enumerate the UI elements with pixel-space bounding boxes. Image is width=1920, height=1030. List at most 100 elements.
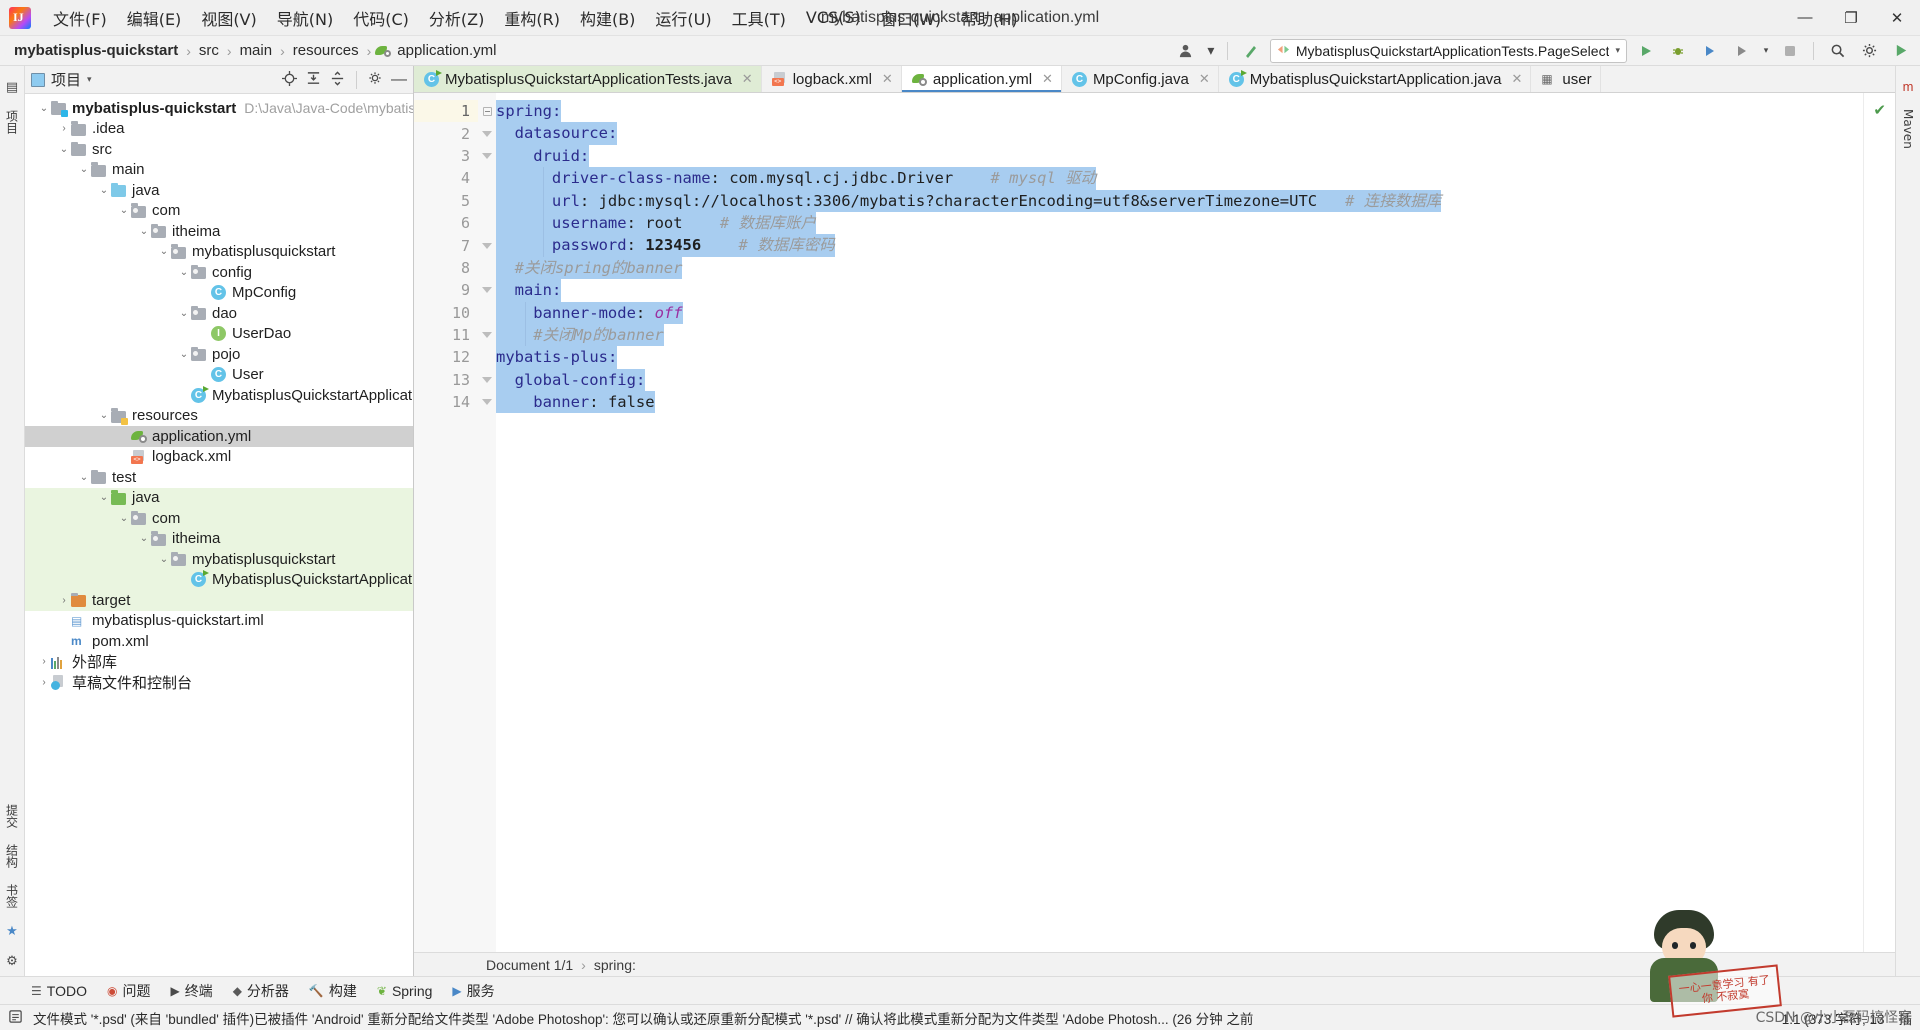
chevron-down-icon[interactable]: ⌄ bbox=[157, 554, 171, 565]
fold-marker-line-3[interactable] bbox=[478, 145, 496, 167]
search-icon[interactable] bbox=[1824, 39, 1850, 63]
chevron-down-icon[interactable]: ⌄ bbox=[137, 533, 151, 544]
tree-node-config[interactable]: ⌄ config bbox=[25, 262, 413, 283]
chevron-down-icon[interactable]: · bbox=[177, 574, 191, 585]
menu-item-9[interactable]: 工具(T) bbox=[722, 2, 796, 34]
close-icon[interactable]: ✕ bbox=[1199, 71, 1210, 87]
menu-item-6[interactable]: 重构(R) bbox=[494, 2, 570, 34]
chevron-down-icon[interactable]: ⌄ bbox=[97, 410, 111, 421]
tree-node--[interactable]: › 草稿文件和控制台 bbox=[25, 672, 413, 693]
close-icon[interactable]: ✕ bbox=[1042, 71, 1053, 87]
fold-expand-icon[interactable] bbox=[482, 242, 492, 249]
tree-node-itheima[interactable]: ⌄ itheima bbox=[25, 528, 413, 549]
editor-tab-user[interactable]: ▦ user bbox=[1531, 66, 1601, 92]
tree-node-mybatisplusquickstartapplicationtes[interactable]: ·CMybatisplusQuickstartApplicationTes bbox=[25, 569, 413, 590]
editor-tab-mybatisplusquickstartapplication-java[interactable]: C MybatisplusQuickstartApplication.java ✕ bbox=[1219, 66, 1532, 92]
chevron-down-icon[interactable]: ⌄ bbox=[177, 349, 191, 360]
chevron-down-icon[interactable]: ⌄ bbox=[77, 164, 91, 175]
fold-marker-line-2[interactable] bbox=[478, 122, 496, 144]
breadcrumb-item-1[interactable]: src bbox=[195, 40, 223, 61]
chevron-down-icon[interactable]: · bbox=[117, 431, 131, 442]
project-structure-icon[interactable]: ▤ bbox=[6, 72, 18, 102]
menu-item-2[interactable]: 视图(V) bbox=[191, 2, 266, 34]
tree-node-application-yml[interactable]: · application.yml bbox=[25, 426, 413, 447]
chevron-down-icon[interactable]: ▾ bbox=[87, 74, 92, 85]
chevron-down-icon[interactable]: ▾ bbox=[1205, 39, 1217, 63]
fold-marker-line-11[interactable] bbox=[478, 324, 496, 346]
right-tool-window-0[interactable]: Maven bbox=[1898, 101, 1918, 157]
editor-tab-logback-xml[interactable]: <> logback.xml ✕ bbox=[762, 66, 902, 92]
menu-item-10[interactable]: VCS(S) bbox=[796, 4, 871, 31]
run-icon[interactable] bbox=[1633, 39, 1659, 63]
fold-expand-icon[interactable] bbox=[482, 376, 492, 383]
tree-node-target[interactable]: › target bbox=[25, 590, 413, 611]
chevron-down-icon[interactable]: · bbox=[197, 369, 211, 380]
tree-node-main[interactable]: ⌄ main bbox=[25, 160, 413, 181]
tree-node-java[interactable]: ⌄ java bbox=[25, 180, 413, 201]
minimize-button[interactable]: — bbox=[1782, 0, 1828, 36]
tree-node-mybatisplusquickstart[interactable]: ⌄ mybatisplusquickstart bbox=[25, 242, 413, 263]
code-line-9[interactable]: main: bbox=[496, 279, 1863, 302]
tree-node-mybatisplusquickstart[interactable]: ⌄ mybatisplusquickstart bbox=[25, 549, 413, 570]
tree-node-itheima[interactable]: ⌄ itheima bbox=[25, 221, 413, 242]
code-line-8[interactable]: #关闭spring的banner bbox=[496, 256, 1863, 280]
chevron-down-icon[interactable]: ⌄ bbox=[97, 492, 111, 503]
code-line-3[interactable]: druid: bbox=[496, 144, 1863, 168]
tool-window-button-3[interactable]: 书签 bbox=[1, 876, 24, 916]
menu-item-3[interactable]: 导航(N) bbox=[267, 2, 343, 34]
fold-expand-icon[interactable] bbox=[482, 152, 492, 159]
editor-tab-mybatisplusquickstartapplicationtests-java[interactable]: C MybatisplusQuickstartApplicationTests.j… bbox=[414, 66, 762, 92]
tree-node-mpconfig[interactable]: ·C MpConfig bbox=[25, 283, 413, 304]
chevron-right-icon[interactable]: › bbox=[57, 123, 71, 134]
tree-node-mybatisplusquickstartapplication[interactable]: ·CMybatisplusQuickstartApplication bbox=[25, 385, 413, 406]
chevron-down-icon[interactable]: · bbox=[197, 328, 211, 339]
star-icon[interactable]: ★ bbox=[6, 916, 18, 946]
inspection-gutter[interactable]: ✔ bbox=[1863, 93, 1895, 952]
chevron-down-icon[interactable]: · bbox=[57, 636, 71, 647]
tree-node-src[interactable]: ⌄ src bbox=[25, 139, 413, 160]
gear-icon[interactable] bbox=[1856, 39, 1882, 63]
status-message[interactable]: 文件模式 '*.psd' (来自 'bundled' 插件)已被插件 'Andr… bbox=[33, 1008, 1772, 1028]
tree-node-com[interactable]: ⌄ com bbox=[25, 201, 413, 222]
tree-node-pom-xml[interactable]: ·m pom.xml bbox=[25, 631, 413, 652]
breadcrumb-item-0[interactable]: mybatisplus-quickstart bbox=[10, 40, 182, 61]
event-log-icon[interactable] bbox=[8, 1009, 23, 1027]
fold-marker-line-9[interactable] bbox=[478, 279, 496, 301]
chevron-down-icon[interactable]: ⌄ bbox=[97, 185, 111, 196]
tree-node-logback-xml[interactable]: ·<> logback.xml bbox=[25, 447, 413, 468]
code-line-12[interactable]: mybatis-plus: bbox=[496, 346, 1863, 369]
hide-icon[interactable]: — bbox=[391, 71, 407, 87]
tool-window-button-2[interactable]: 结构 bbox=[1, 836, 24, 876]
debug-icon[interactable] bbox=[1665, 39, 1691, 63]
breadcrumb-node[interactable]: spring: bbox=[594, 957, 636, 973]
chevron-down-icon[interactable]: ⌄ bbox=[177, 308, 191, 319]
code-line-10[interactable]: banner-mode: off bbox=[496, 301, 1863, 324]
tool-window-tab-构建[interactable]: 🔨 构建 bbox=[300, 978, 366, 1004]
editor-tab-application-yml[interactable]: application.yml ✕ bbox=[901, 66, 1062, 92]
menu-item-11[interactable]: 窗口(W) bbox=[871, 2, 951, 34]
chevron-down-icon[interactable]: ⌄ bbox=[57, 144, 71, 155]
tree-node-resources[interactable]: ⌄ resources bbox=[25, 406, 413, 427]
tool-window-tab-服务[interactable]: ▶ 服务 bbox=[443, 978, 503, 1004]
code-line-6[interactable]: username: root # 数据库账户 bbox=[496, 211, 1863, 235]
chevron-down-icon[interactable]: ⌄ bbox=[137, 226, 151, 237]
breadcrumb-item-2[interactable]: main bbox=[236, 40, 277, 61]
build-icon[interactable] bbox=[1238, 39, 1264, 63]
chevron-down-icon[interactable]: ▾ bbox=[1615, 45, 1620, 56]
chevron-right-icon[interactable]: › bbox=[57, 595, 71, 606]
tree-node-com[interactable]: ⌄ com bbox=[25, 508, 413, 529]
profile-icon[interactable] bbox=[1729, 39, 1755, 63]
code-line-13[interactable]: global-config: bbox=[496, 368, 1863, 392]
chevron-down-icon[interactable]: ⌄ bbox=[157, 246, 171, 257]
fold-collapse-icon[interactable] bbox=[482, 106, 492, 116]
code-line-1[interactable]: spring: bbox=[496, 100, 1863, 123]
breadcrumb-item-4[interactable]: application.yml bbox=[393, 40, 500, 61]
close-icon[interactable]: ✕ bbox=[882, 71, 893, 87]
settings-icon[interactable]: ⚙ bbox=[6, 946, 18, 976]
chevron-down-icon[interactable]: ⌄ bbox=[117, 513, 131, 524]
chevron-down-icon[interactable]: ▾ bbox=[1761, 39, 1771, 63]
code-content[interactable]: spring: datasource: druid: driver-class-nam… bbox=[496, 93, 1863, 952]
tool-window-button-0[interactable]: 项目 bbox=[1, 102, 24, 142]
tree-node-dao[interactable]: ⌄ dao bbox=[25, 303, 413, 324]
chevron-down-icon[interactable]: · bbox=[117, 451, 131, 462]
